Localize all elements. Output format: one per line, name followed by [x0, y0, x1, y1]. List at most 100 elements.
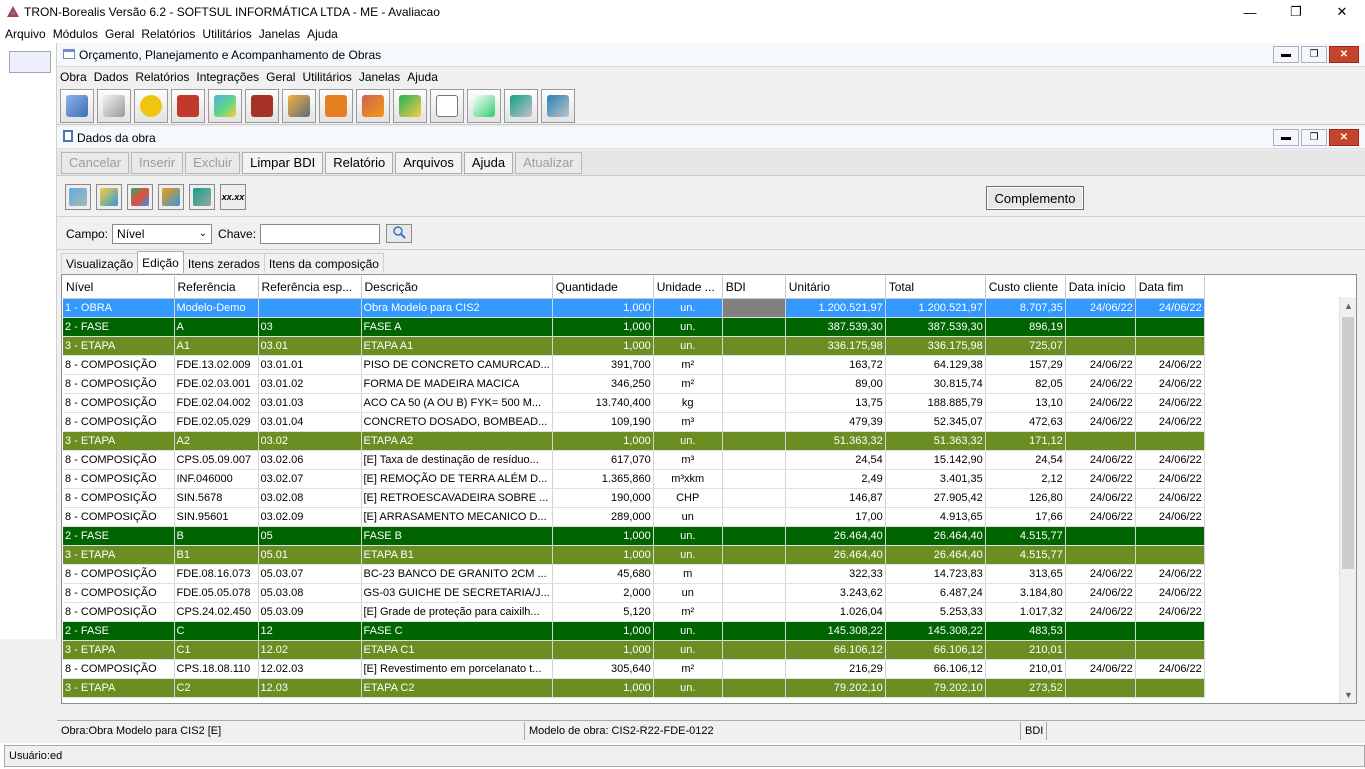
table-cell[interactable]: C	[174, 621, 259, 641]
help-button[interactable]: Ajuda	[463, 151, 514, 174]
table-cell[interactable]: 66.106,12	[785, 640, 886, 660]
table-cell[interactable]: 617,070	[552, 450, 654, 470]
menu-modulos[interactable]: Módulos	[53, 27, 98, 41]
table-row[interactable]: 2 - FASE A 03 FASE A 1,000 un. 387.539,30 387.5…	[63, 317, 1205, 337]
bricks-gear-button[interactable]	[356, 88, 390, 123]
table-cell[interactable]: 05	[258, 526, 362, 546]
table-cell[interactable]: m	[653, 564, 723, 584]
table-cell[interactable]: SIN.95601	[174, 507, 259, 527]
table-cell[interactable]: FDE.02.04.002	[174, 393, 259, 413]
table-cell[interactable]: 24/06/22	[1065, 469, 1136, 489]
table-row[interactable]: 3 - ETAPA A1 03.01 ETAPA A1 1,000 un. 336.175,…	[63, 336, 1205, 356]
table-cell[interactable]	[1135, 678, 1205, 698]
refresh-tool-button[interactable]	[65, 183, 91, 210]
table-cell[interactable]: 26.464,40	[785, 526, 886, 546]
scroll-up-icon[interactable]: ▲	[1340, 297, 1356, 314]
table-cell[interactable]: [E] Taxa de destinação de resíduo...	[361, 450, 553, 470]
table-cell[interactable]: 24/06/22	[1065, 564, 1136, 584]
table-cell[interactable]	[722, 336, 786, 356]
table-cell[interactable]: PISO DE CONCRETO CAMURCAD...	[361, 355, 553, 375]
table-cell[interactable]: 24,54	[785, 450, 886, 470]
table-cell[interactable]: 8 - COMPOSIÇÃO	[63, 659, 175, 679]
table-row[interactable]: 8 - COMPOSIÇÃO FDE.13.02.009 03.01.01 PISO …	[63, 355, 1205, 375]
column-header[interactable]: Nível	[63, 276, 175, 299]
export-tool-button[interactable]	[158, 183, 184, 210]
table-cell[interactable]: 03.01	[258, 336, 362, 356]
scroll-thumb[interactable]	[1342, 317, 1354, 569]
close-icon[interactable]: ✕	[1329, 46, 1359, 63]
table-cell[interactable]: 24/06/22	[1135, 298, 1205, 318]
table-cell[interactable]: 24/06/22	[1135, 374, 1205, 394]
table-cell[interactable]: 24/06/22	[1135, 659, 1205, 679]
person-add-button[interactable]	[393, 88, 427, 123]
table-row[interactable]: 8 - COMPOSIÇÃO FDE.08.16.073 05.03.07 BC-23…	[63, 564, 1205, 584]
menu-integracoes[interactable]: Integrações	[196, 70, 259, 84]
table-cell[interactable]: 17,00	[785, 507, 886, 527]
column-header[interactable]: BDI	[722, 276, 786, 299]
table-cell[interactable]: 03.01.01	[258, 355, 362, 375]
restore-icon[interactable]: ❐	[1273, 0, 1319, 24]
table-cell[interactable]	[722, 564, 786, 584]
table-row[interactable]: 8 - COMPOSIÇÃO FDE.02.05.029 03.01.04 CONCR…	[63, 412, 1205, 432]
table-cell[interactable]: CHP	[653, 488, 723, 508]
warning-button[interactable]	[319, 88, 353, 123]
table-cell[interactable]: FASE C	[361, 621, 553, 641]
table-cell[interactable]: 05.03.09	[258, 602, 362, 622]
table-cell[interactable]	[722, 507, 786, 527]
tab-itens-zerados[interactable]: Itens zerados	[182, 253, 265, 273]
table-cell[interactable]: CPS.18.08.110	[174, 659, 259, 679]
minimize-icon[interactable]: —	[1227, 0, 1273, 24]
table-cell[interactable]	[722, 678, 786, 698]
document-refresh-button[interactable]	[467, 88, 501, 123]
table-cell[interactable]: 8 - COMPOSIÇÃO	[63, 355, 175, 375]
table-cell[interactable]: m²	[653, 355, 723, 375]
table-cell[interactable]: SIN.5678	[174, 488, 259, 508]
table-cell[interactable]: un.	[653, 298, 723, 318]
table-cell[interactable]: FDE.02.03.001	[174, 374, 259, 394]
table-cell[interactable]: 483,53	[985, 621, 1066, 641]
table-cell[interactable]: 145.308,22	[785, 621, 886, 641]
column-header[interactable]: Descrição	[361, 276, 553, 299]
table-cell[interactable]: un	[653, 583, 723, 603]
clear-bdi-button[interactable]: Limpar BDI	[242, 151, 324, 174]
table-cell[interactable]: 24/06/22	[1065, 659, 1136, 679]
table-cell[interactable]: 3 - ETAPA	[63, 640, 175, 660]
table-cell[interactable]: 8 - COMPOSIÇÃO	[63, 469, 175, 489]
table-cell[interactable]: 8 - COMPOSIÇÃO	[63, 450, 175, 470]
table-cell[interactable]: 479,39	[785, 412, 886, 432]
table-cell[interactable]: 05.03.08	[258, 583, 362, 603]
desktop-icon[interactable]	[9, 51, 51, 73]
table-cell[interactable]: 126,80	[985, 488, 1066, 508]
table-cell[interactable]: m²	[653, 374, 723, 394]
menu-utilitarios[interactable]: Utilitários	[302, 70, 351, 84]
column-header[interactable]: Unitário	[785, 276, 886, 299]
chave-input[interactable]	[260, 223, 381, 244]
table-cell[interactable]: 24/06/22	[1065, 374, 1136, 394]
table-cell[interactable]: 24/06/22	[1065, 298, 1136, 318]
table-row[interactable]: 8 - COMPOSIÇÃO CPS.18.08.110 12.02.03 [E] R…	[63, 659, 1205, 679]
drawing-button[interactable]	[97, 88, 131, 123]
table-cell[interactable]: 26.464,40	[885, 526, 986, 546]
column-header[interactable]: Referência esp...	[258, 276, 362, 299]
table-cell[interactable]: 03.02.07	[258, 469, 362, 489]
table-cell[interactable]: 3 - ETAPA	[63, 336, 175, 356]
table-cell[interactable]: 03.02.08	[258, 488, 362, 508]
table-cell[interactable]: 66.106,12	[885, 659, 986, 679]
table-cell[interactable]: 12.02	[258, 640, 362, 660]
table-cell[interactable]: un.	[653, 545, 723, 565]
table-cell[interactable]	[1065, 336, 1136, 356]
table-cell[interactable]: 26.464,40	[785, 545, 886, 565]
table-cell[interactable]: 30.815,74	[885, 374, 986, 394]
table-cell[interactable]: 145.308,22	[885, 621, 986, 641]
table-cell[interactable]	[1065, 526, 1136, 546]
table-cell[interactable]: 8.707,35	[985, 298, 1066, 318]
table-cell[interactable]: m³	[653, 450, 723, 470]
table-cell[interactable]: 1,000	[552, 336, 654, 356]
table-cell[interactable]: 03.01.02	[258, 374, 362, 394]
table-cell[interactable]: GS-03 GUICHE DE SECRETARIA/J...	[361, 583, 553, 603]
table-cell[interactable]: 8 - COMPOSIÇÃO	[63, 507, 175, 527]
table-cell[interactable]: 24,54	[985, 450, 1066, 470]
table-cell[interactable]: 4.913,65	[885, 507, 986, 527]
table-cell[interactable]: A	[174, 317, 259, 337]
table-cell[interactable]: 273,52	[985, 678, 1066, 698]
